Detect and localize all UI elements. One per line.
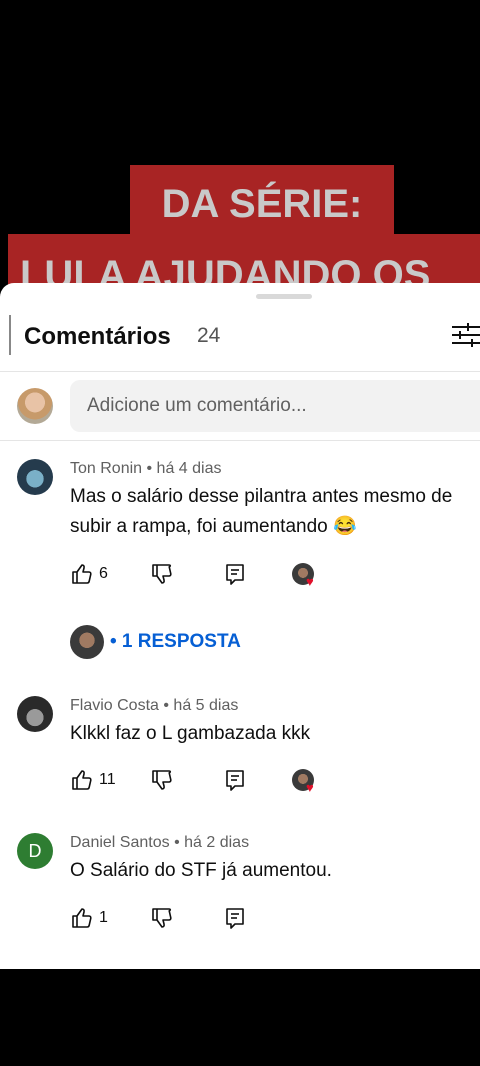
comment-time: há 5 dias [173,697,239,714]
comment-text-line1: Mas o salário desse pilantra antes mesmo… [70,486,453,507]
reply-button[interactable] [223,768,247,792]
commenter-avatar[interactable] [17,696,53,732]
comment-author[interactable]: Ton Ronin [70,460,142,477]
avatar-letter: D [28,841,42,861]
drag-handle[interactable] [256,294,312,299]
commenter-avatar[interactable] [17,459,53,495]
like-button[interactable]: 1 [70,906,108,930]
comment-time: há 2 dias [184,834,250,851]
bottom-black-bar [0,969,480,1066]
thumbs-down-icon [152,564,172,584]
comments-title: Comentários [24,323,171,350]
heart-icon: ♥ [306,574,314,589]
view-replies-label: • 1 RESPOSTA [110,631,241,652]
comments-header: Comentários 24 [0,315,480,359]
thumbs-up-icon [72,564,92,584]
reply-button[interactable] [223,562,247,586]
commenter-avatar[interactable]: D [17,833,53,869]
comment-time: há 4 dias [156,460,222,477]
heart-icon: ♥ [306,780,314,795]
reply-icon [226,564,244,585]
reply-button[interactable] [223,906,247,930]
dislike-button[interactable] [150,906,174,930]
like-count: 6 [99,565,108,582]
thumbs-up-icon [72,908,92,928]
like-count: 11 [99,771,116,788]
comment-author[interactable]: Flavio Costa [70,697,159,714]
comments-count: 24 [197,324,221,347]
reply-icon [226,770,244,791]
comment-meta: Daniel Santos • há 2 dias [70,834,250,851]
video-banner-line1: DA SÉRIE: [130,165,394,243]
like-count: 1 [99,909,108,926]
comment-text-line2: subir a rampa, foi aumentando 😂 [70,516,357,537]
add-comment-input[interactable]: Adicione um comentário... [70,380,480,432]
comment-text-line1: Klkkl faz o L gambazada kkk [70,723,311,744]
like-button[interactable]: 6 [70,562,108,586]
header-divider [0,371,480,372]
dislike-button[interactable] [150,562,174,586]
thumbs-down-icon [152,908,172,928]
thumbs-up-icon [72,770,92,790]
creator-heart-badge: ♥ [292,769,316,795]
reply-avatar [70,625,104,659]
comments-sheet: Comentários 24 Adicione um comentário...… [0,283,480,969]
filter-icon[interactable] [450,319,480,351]
dislike-button[interactable] [150,768,174,792]
composer-divider [0,440,480,441]
comment-meta: Ton Ronin • há 4 dias [70,460,222,477]
header-accent-bar [9,315,11,355]
creator-heart-badge: ♥ [292,563,316,589]
reply-icon [226,908,244,929]
my-avatar [17,388,53,424]
comment-meta: Flavio Costa • há 5 dias [70,697,239,714]
comment-author[interactable]: Daniel Santos [70,834,170,851]
like-button[interactable]: 11 [70,768,116,792]
thumbs-down-icon [152,770,172,790]
comment-text-line1: O Salário do STF já aumentou. [70,860,332,881]
video-area[interactable]: DA SÉRIE: LULA AJUDANDO OS [0,0,480,300]
